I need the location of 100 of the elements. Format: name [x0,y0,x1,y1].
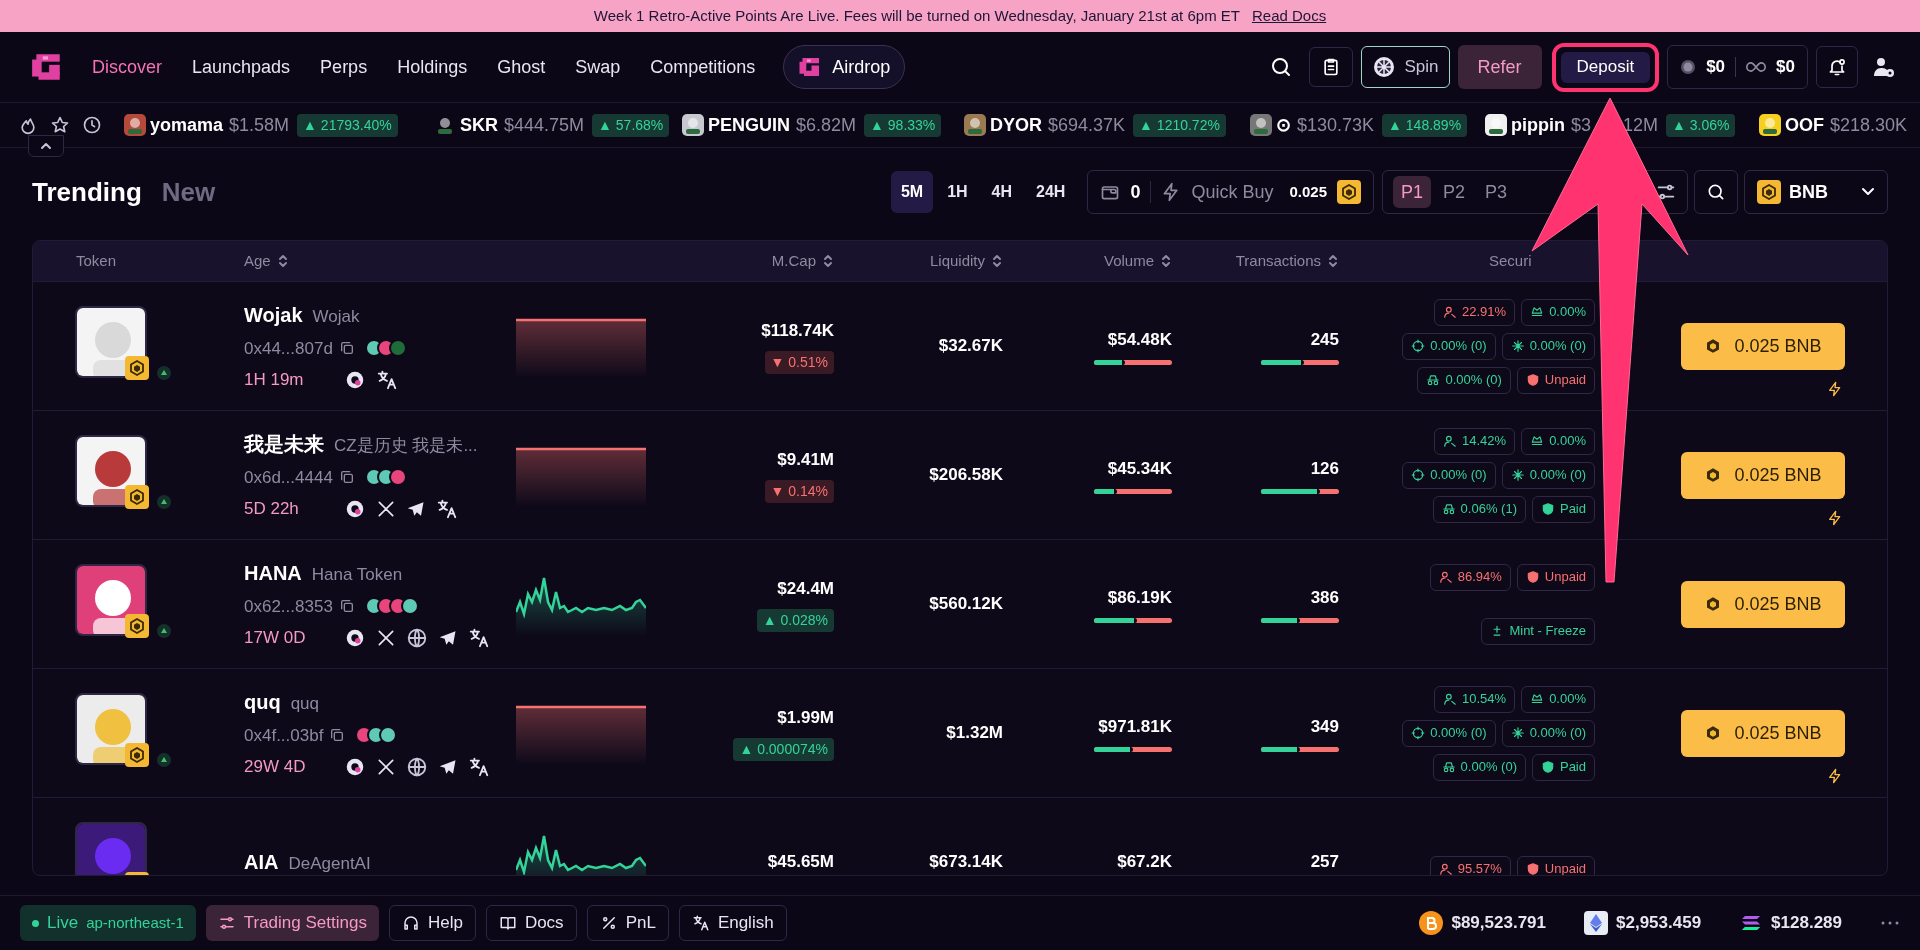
footer-button[interactable]: Help [388,905,476,941]
ticker-price: $130.73K [1297,113,1375,137]
column-header[interactable]: Volume [1103,249,1154,273]
bolt-icon[interactable] [1827,380,1843,397]
x-icon[interactable] [376,756,396,777]
token-address: 0x62...8353 [244,595,333,618]
search-icon [1706,182,1726,202]
security-badge: 0.00% (0) [1501,461,1595,489]
change-badge: ▲ 0.000074% [733,738,834,762]
preset-tab[interactable]: P1 [1393,176,1432,208]
wheel-icon [1372,55,1397,79]
token-age: 17W 0D [244,627,307,649]
copy-icon[interactable] [338,598,355,615]
transactions-value: 245 [1310,328,1339,351]
token-symbol[interactable]: quq [244,686,281,717]
token-name: Hana Token [311,563,403,586]
buy-button[interactable]: 0.025 BNB [1681,451,1845,499]
ticker-symbol[interactable]: DYOR [990,111,1042,139]
nav-link[interactable]: Competitions [650,53,756,81]
copy-icon[interactable] [338,340,355,357]
timeframe-tab[interactable]: 24H [1026,171,1076,213]
coin-price: $2,953.459 [1616,912,1702,935]
nav-link[interactable]: Perps [320,53,368,81]
bnb-icon [125,485,149,509]
globe-icon[interactable] [406,755,428,778]
clock-icon [82,115,102,135]
token-symbol[interactable]: HANA [244,557,302,588]
change-badge: ▲ 21793.40% [297,113,398,137]
volume-value: $45.34K [1107,457,1172,480]
translate-icon[interactable] [468,755,490,778]
ticker-symbol[interactable]: ⊙ [1276,111,1291,139]
volume-value: $971.81K [1098,715,1172,738]
bolt-icon[interactable] [1827,509,1843,526]
token-symbol[interactable]: Wojak [244,299,303,330]
timeframe-tab[interactable]: 5M [890,171,934,213]
buy-button[interactable]: 0.025 BNB [1681,580,1845,628]
refer-button[interactable]: Refer [1457,45,1542,89]
more-icon[interactable] [1880,920,1900,926]
timeframe-tab[interactable]: 4H [981,171,1023,213]
read-docs-link[interactable]: Read Docs [1251,4,1327,28]
ticker-price: $694.37K [1048,113,1126,137]
view-tab[interactable]: New [161,172,216,212]
target-icon [1411,339,1426,353]
bolt-icon[interactable] [1827,767,1843,784]
view-tab[interactable]: Trending [32,172,142,212]
footer-button[interactable]: Trading Settings [205,905,379,941]
column-header: Token [76,250,117,271]
ticker-symbol[interactable]: SKR [460,111,498,139]
airdrop-button[interactable]: Airdrop [783,45,906,89]
preset-tab[interactable]: P3 [1477,176,1516,208]
preset-tab[interactable]: P2 [1435,176,1474,208]
x-icon[interactable] [376,627,396,648]
collapse-button[interactable] [28,135,64,157]
column-header[interactable]: Liquidity [929,249,985,273]
token-symbol[interactable]: 我是未来 [244,428,324,459]
ticker-symbol[interactable]: pippin [1511,111,1565,139]
currency-dropdown[interactable]: BNB [1744,170,1888,214]
timeframe-tab[interactable]: 1H [937,171,978,213]
ticker-symbol[interactable]: yomama [150,111,224,139]
clipboard-button[interactable] [1309,47,1354,87]
change-badge: ▼ 0.14% [764,480,834,504]
nav-link[interactable]: Swap [575,53,621,81]
column-header[interactable]: Age [244,249,271,273]
x-icon[interactable] [376,498,396,519]
nav-link[interactable]: Discover [92,53,162,81]
buy-button[interactable]: 0.025 BNB [1681,322,1845,370]
spin-button[interactable]: Spin [1361,46,1450,88]
translate-icon[interactable] [436,497,458,520]
deposit-button[interactable]: Deposit [1560,51,1651,83]
ticker-symbol[interactable]: PENGUIN [708,111,790,139]
bnb-icon [125,614,149,638]
token-symbol[interactable]: AIA [244,847,279,875]
column-header[interactable]: Transactions [1235,249,1321,273]
shield-icon [1540,502,1555,516]
quick-buy-amount[interactable]: 0.025 [1289,180,1327,204]
user-settings-icon[interactable] [1872,55,1896,79]
nav-link[interactable]: Holdings [397,53,468,81]
footer-button[interactable]: English [678,905,787,941]
copy-icon[interactable] [329,727,346,744]
translate-icon[interactable] [468,626,490,649]
sort-icon [1327,253,1339,269]
nav-link[interactable]: Launchpads [192,53,291,81]
translate-icon[interactable] [376,368,398,391]
token-name: quq [290,692,320,715]
bell-icon [1827,57,1847,77]
globe-icon[interactable] [406,626,428,649]
ticker-symbol[interactable]: OOF [1785,111,1824,139]
nav-link[interactable]: Ghost [497,53,546,81]
notifications-button[interactable] [1816,46,1858,88]
column-header[interactable]: M.Cap [771,249,816,273]
asterisk-icon [1510,468,1525,482]
footer-button[interactable]: Docs [485,905,577,941]
copy-icon[interactable] [338,469,355,486]
liquidity-value: $560.12K [929,593,1003,616]
bnb-icon [125,356,149,380]
search-button[interactable] [1694,170,1738,214]
translate-icon [691,914,710,932]
footer-button[interactable]: PnL [586,905,669,941]
market-cap: $1.99M [777,706,834,729]
buy-button[interactable]: 0.025 BNB [1681,709,1845,757]
